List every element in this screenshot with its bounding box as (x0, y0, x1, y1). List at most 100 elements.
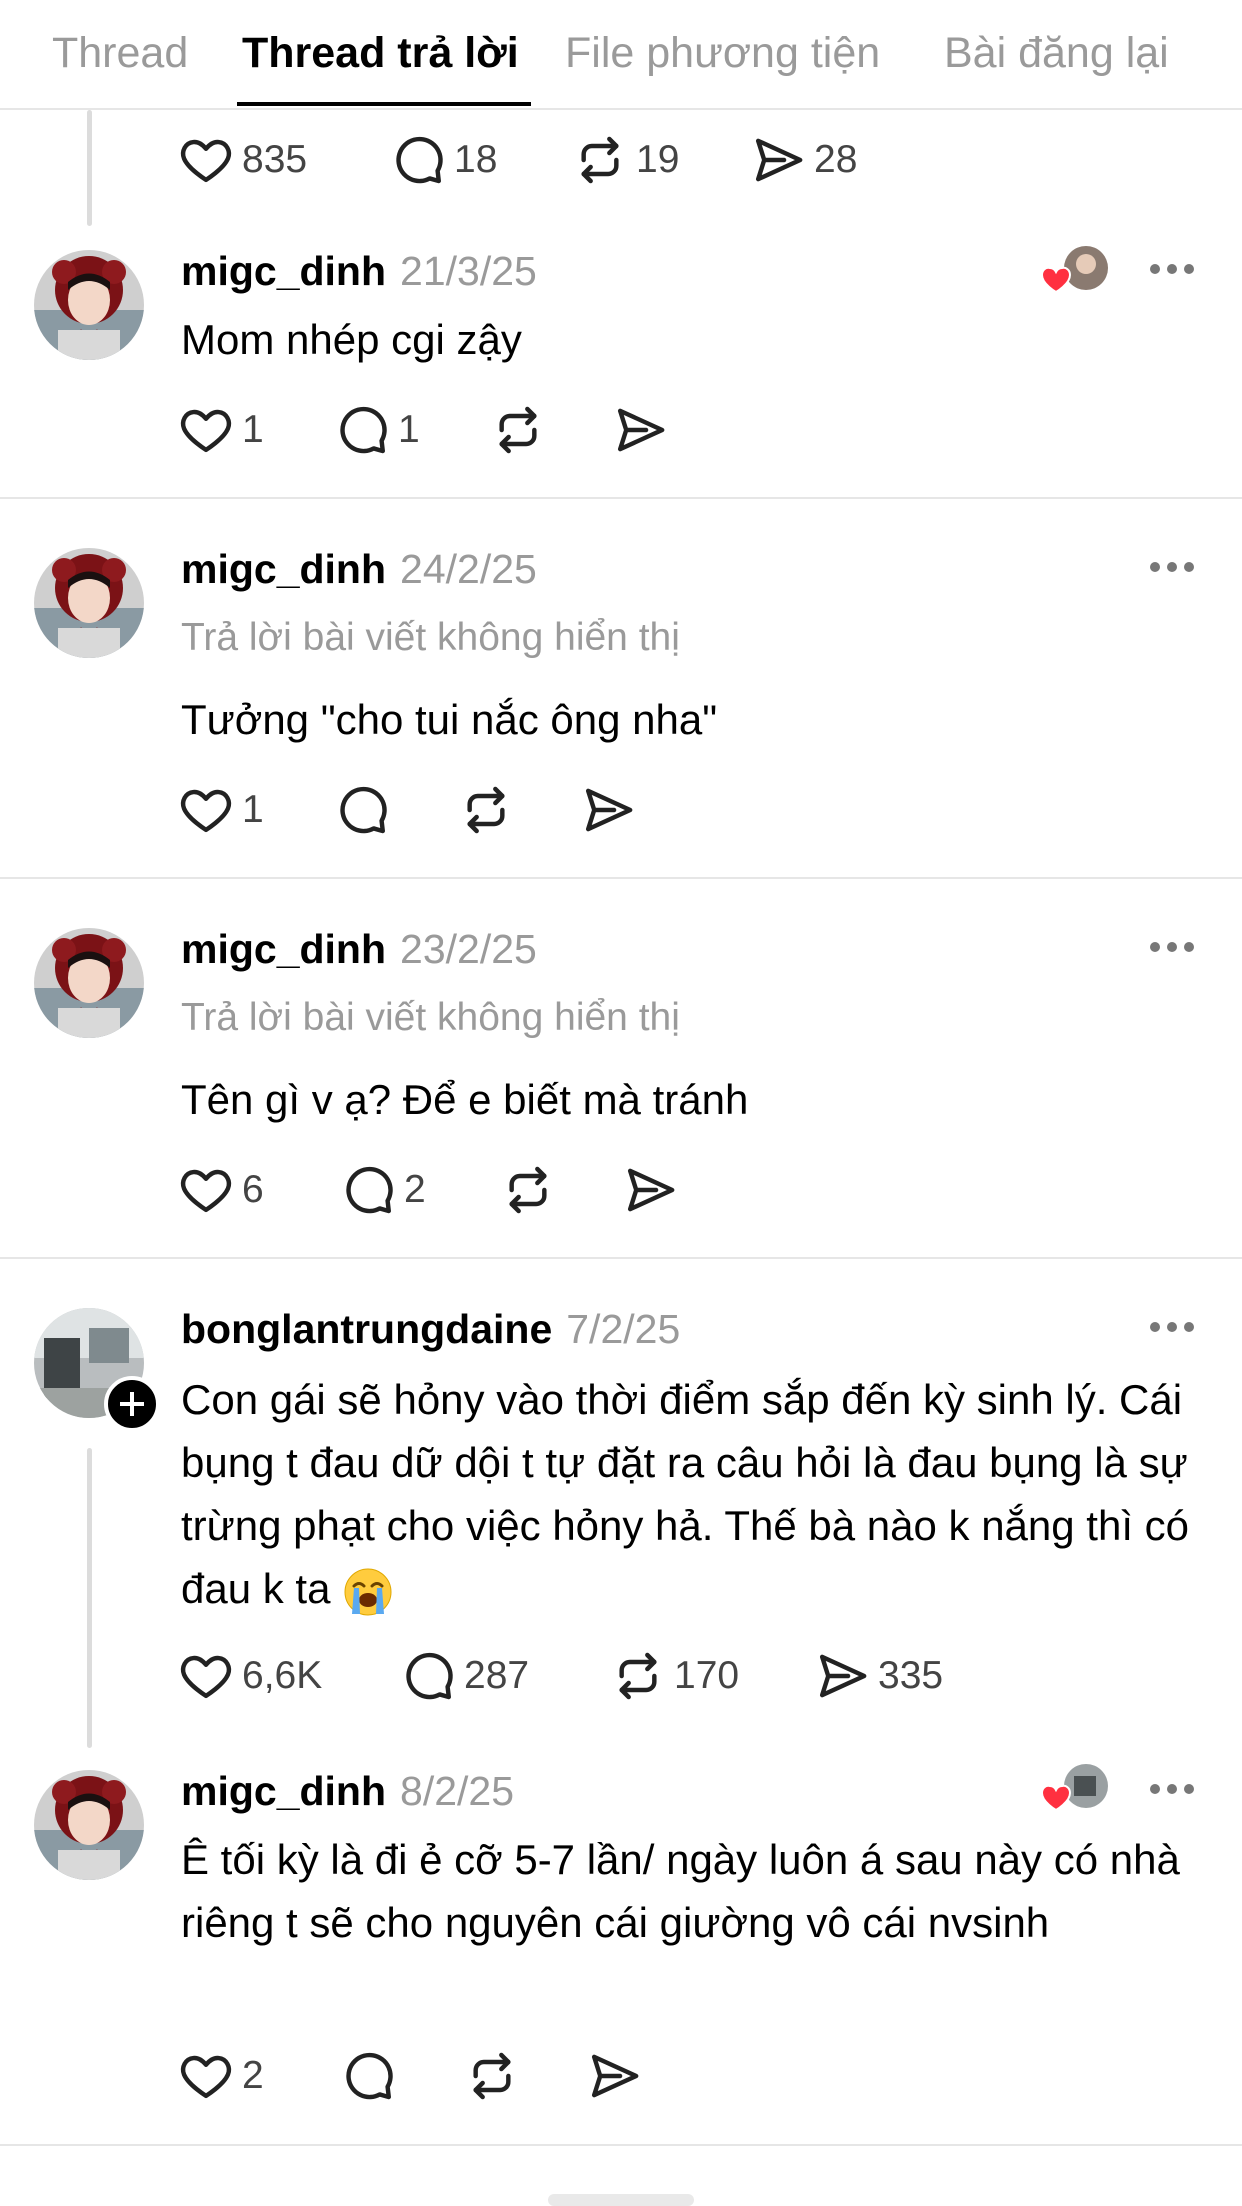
repost-icon (458, 782, 514, 838)
like-button[interactable]: 1 (178, 400, 264, 460)
heart-icon (178, 1162, 234, 1218)
more-options-button[interactable] (1150, 562, 1194, 574)
comment-icon (340, 2048, 396, 2104)
username[interactable]: migc_dinh (181, 926, 386, 972)
reply-button[interactable]: 2 (340, 1160, 426, 1220)
reply-button[interactable]: 18 (390, 130, 497, 190)
username[interactable]: migc_dinh (181, 248, 386, 294)
home-indicator (548, 2194, 694, 2206)
share-button[interactable] (622, 1160, 678, 1220)
like-button[interactable]: 1 (178, 780, 264, 840)
heart-icon (178, 2048, 234, 2104)
post-actions: 6 2 (178, 1160, 778, 1220)
heart-icon (178, 782, 234, 838)
avatar[interactable] (34, 548, 144, 658)
post-text: Tên gì v ạ? Để e biết mà tránh (181, 1076, 749, 1123)
reply-button[interactable]: 1 (334, 400, 420, 460)
post-date[interactable]: 21/3/25 (400, 248, 537, 294)
post-actions: 1 1 (178, 400, 778, 460)
post-date[interactable]: 24/2/25 (400, 546, 537, 592)
share-icon (580, 782, 636, 838)
post-text-content: Con gái sẽ hỏny vào thời điểm sắp đến kỳ… (181, 1376, 1190, 1612)
post-text: Tưởng "cho tui nắc ông nha" (181, 696, 718, 743)
post-actions: 2 (178, 2046, 778, 2106)
share-icon (612, 402, 668, 458)
share-button[interactable]: 28 (750, 130, 857, 190)
avatar[interactable] (34, 250, 144, 360)
reply-button[interactable]: 287 (400, 1646, 529, 1706)
follow-plus-button[interactable] (104, 1376, 160, 1432)
share-icon (750, 132, 806, 188)
share-button[interactable] (580, 780, 636, 840)
repost-icon (610, 1648, 666, 1704)
divider (0, 877, 1242, 879)
avatar[interactable] (34, 928, 144, 1038)
more-options-button[interactable] (1150, 1322, 1194, 1334)
liked-by-author-icon (1040, 246, 1108, 294)
more-options-button[interactable] (1150, 942, 1194, 954)
post-date[interactable]: 23/2/25 (400, 926, 537, 972)
repost-count: 19 (636, 138, 680, 181)
heart-icon (178, 132, 234, 188)
like-button[interactable]: 835 (178, 130, 307, 190)
like-button[interactable]: 6,6K (178, 1646, 322, 1706)
reply-context: Trả lời bài viết không hiển thị (181, 996, 680, 1039)
share-button[interactable]: 335 (814, 1646, 943, 1706)
comment-icon (400, 1648, 456, 1704)
reply-context: Trả lời bài viết không hiển thị (181, 616, 680, 659)
like-count: 1 (242, 788, 264, 831)
share-button[interactable] (586, 2046, 642, 2106)
like-button[interactable]: 2 (178, 2046, 264, 2106)
more-options-button[interactable] (1150, 1784, 1194, 1796)
parent-post-actions: 835 18 19 28 (178, 130, 1178, 190)
thread-connector-line (87, 1448, 92, 1748)
loudly-crying-face-icon (344, 1568, 392, 1616)
reply-count: 2 (404, 1168, 426, 1211)
profile-tabs: Thread Thread trả lời File phương tiện B… (0, 0, 1242, 110)
like-count: 6,6K (242, 1654, 323, 1697)
repost-button[interactable]: 19 (572, 130, 679, 190)
repost-icon (464, 2048, 520, 2104)
like-count: 835 (242, 138, 308, 181)
share-button[interactable] (612, 400, 668, 460)
comment-icon (390, 132, 446, 188)
username[interactable]: migc_dinh (181, 546, 386, 592)
post-date[interactable]: 8/2/25 (400, 1768, 514, 1814)
share-icon (586, 2048, 642, 2104)
repost-button[interactable] (464, 2046, 520, 2106)
tab-reposts[interactable]: Bài đăng lại (944, 0, 1169, 108)
liked-by-author-icon (1040, 1764, 1108, 1812)
repost-button[interactable] (490, 400, 546, 460)
post-actions: 6,6K 287 170 335 (178, 1646, 1178, 1706)
comment-icon (334, 782, 390, 838)
post-text: Mom nhép cgi zậy (181, 316, 522, 363)
username[interactable]: bonglantrungdaine (181, 1306, 552, 1352)
active-tab-indicator (237, 102, 531, 106)
like-count: 6 (242, 1168, 264, 1211)
repost-button[interactable]: 170 (610, 1646, 739, 1706)
reply-count: 287 (464, 1654, 530, 1697)
repost-icon (490, 402, 546, 458)
comment-icon (334, 402, 390, 458)
tab-thread[interactable]: Thread (52, 0, 188, 108)
post-actions: 1 (178, 780, 778, 840)
post-date[interactable]: 7/2/25 (566, 1306, 680, 1352)
repost-icon (500, 1162, 556, 1218)
post-text: Con gái sẽ hỏny vào thời điểm sắp đến kỳ… (181, 1368, 1191, 1620)
reply-count: 1 (398, 408, 420, 451)
reply-count: 18 (454, 138, 498, 181)
repost-count: 170 (674, 1654, 740, 1697)
repost-button[interactable] (458, 780, 514, 840)
tab-thread-replies[interactable]: Thread trả lời (242, 0, 519, 108)
repost-button[interactable] (500, 1160, 556, 1220)
like-count: 1 (242, 408, 264, 451)
tab-media[interactable]: File phương tiện (565, 0, 880, 108)
divider (0, 2144, 1242, 2146)
more-options-button[interactable] (1150, 264, 1194, 276)
reply-button[interactable] (340, 2046, 396, 2106)
avatar[interactable] (34, 1770, 144, 1880)
username[interactable]: migc_dinh (181, 1768, 386, 1814)
reply-button[interactable] (334, 780, 390, 840)
share-icon (814, 1648, 870, 1704)
like-button[interactable]: 6 (178, 1160, 264, 1220)
